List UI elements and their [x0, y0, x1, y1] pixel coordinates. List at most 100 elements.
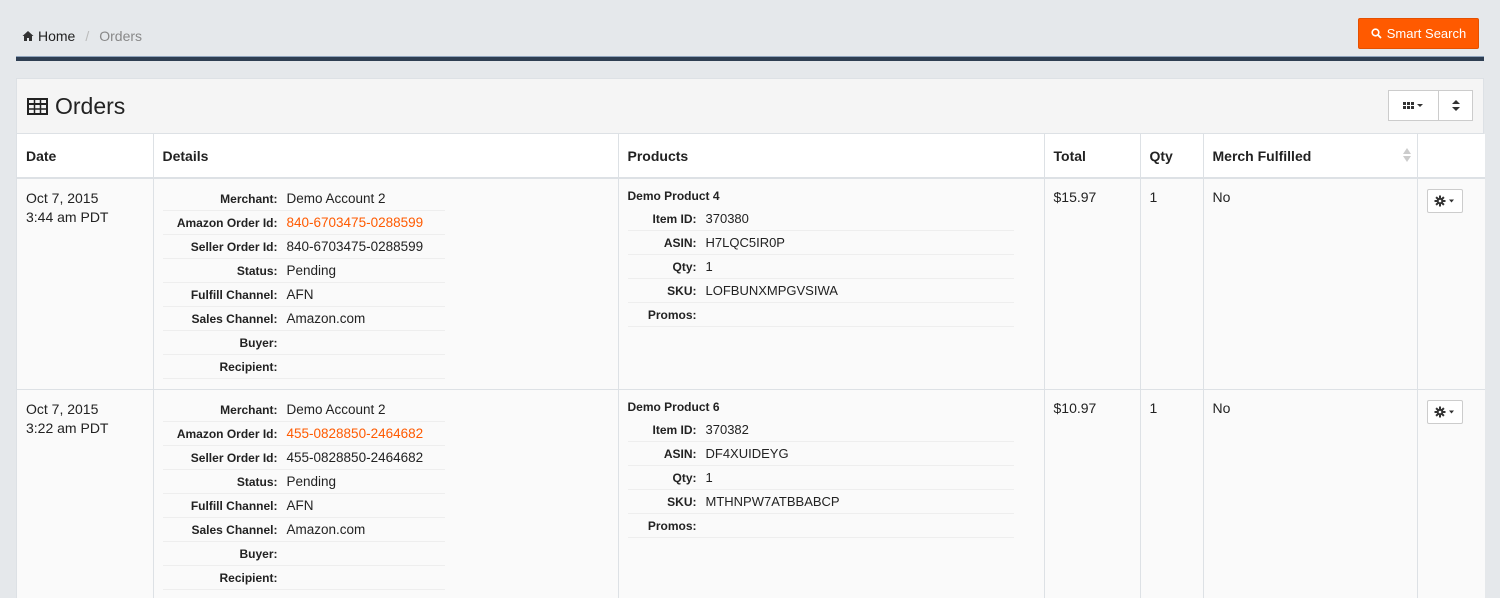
status-value: Pending [286, 474, 337, 489]
detail-row-merchant: Merchant: Demo Account 2 [162, 187, 445, 211]
merch-fulfilled-cell: No [1203, 389, 1418, 598]
page-title: Orders [27, 93, 125, 120]
detail-label: Sales Channel: [191, 522, 278, 537]
row-actions-button[interactable] [1426, 189, 1463, 213]
view-button-group [1388, 90, 1473, 121]
sort-icon [1451, 100, 1460, 111]
smart-search-label: Smart Search [1386, 26, 1467, 41]
product-name: Demo Product 6 [627, 400, 720, 414]
item-id-value: 370382 [705, 422, 749, 437]
column-header-products[interactable]: Products [618, 134, 1045, 179]
top-bar: Home / Orders Smart Search [0, 0, 1500, 62]
product-row-qty: Qty: 1 [627, 466, 1014, 490]
seller-order-id-value: 840-6703475-0288599 [286, 239, 424, 254]
order-qty: 1 [1149, 400, 1158, 416]
product-row-asin: ASIN: DF4XUIDEYG [627, 442, 1014, 466]
column-header-details[interactable]: Details [153, 134, 619, 179]
actions-cell [1417, 389, 1485, 598]
product-label: Item ID: [652, 422, 697, 437]
detail-row-merchant: Merchant: Demo Account 2 [162, 398, 445, 422]
detail-label: Amazon Order Id: [176, 426, 278, 441]
detail-label: Seller Order Id: [190, 450, 278, 465]
detail-row-seller-order-id: Seller Order Id: 840-6703475-0288599 [162, 235, 445, 259]
smart-search-button[interactable]: Smart Search [1358, 18, 1479, 49]
details-list: Merchant: Demo Account 2 Amazon Order Id:… [162, 398, 445, 590]
product-details-list: Item ID: 370382 ASIN: DF4XUIDEYG Qty: 1 SKU… [627, 418, 1014, 538]
detail-row-buyer: Buyer: [162, 542, 445, 566]
column-header-total[interactable]: Total [1044, 134, 1141, 179]
breadcrumb-home-link[interactable]: Home [38, 28, 75, 44]
product-row-qty: Qty: 1 [627, 255, 1014, 279]
details-cell: Merchant: Demo Account 2 Amazon Order Id:… [153, 389, 619, 598]
breadcrumb-current: Orders [99, 28, 143, 44]
merchant-value: Demo Account 2 [286, 402, 386, 417]
table-row: Oct 7, 2015 3:22 am PDT Merchant: Demo Ac… [17, 389, 1485, 598]
product-qty-value: 1 [705, 470, 713, 485]
column-header-merch-fulfilled[interactable]: Merch Fulfilled [1203, 134, 1418, 179]
order-time: 3:22 am PDT [26, 420, 109, 436]
column-header-merch-fulfilled-label: Merch Fulfilled [1212, 147, 1312, 164]
order-total: $15.97 [1053, 189, 1097, 205]
detail-label: Merchant: [220, 402, 278, 417]
sort-toggle-button[interactable] [1439, 90, 1473, 121]
column-header-actions [1417, 134, 1485, 179]
products-cell: Demo Product 6 Item ID: 370382 ASIN: DF4XU… [618, 389, 1045, 598]
column-header-date[interactable]: Date [17, 134, 154, 179]
product-row-item-id: Item ID: 370380 [627, 207, 1014, 231]
sort-arrows-icon [1402, 148, 1411, 162]
product-qty-value: 1 [705, 259, 713, 274]
total-cell: $10.97 [1044, 389, 1141, 598]
merchant-value: Demo Account 2 [286, 191, 386, 206]
detail-label: Sales Channel: [191, 311, 278, 326]
detail-row-fulfill-channel: Fulfill Channel: AFN [162, 283, 445, 307]
product-row-item-id: Item ID: 370382 [627, 418, 1014, 442]
detail-row-status: Status: Pending [162, 259, 445, 283]
total-cell: $15.97 [1044, 178, 1141, 390]
detail-label: Recipient: [219, 359, 278, 374]
column-header-qty[interactable]: Qty [1140, 134, 1204, 179]
product-label: Item ID: [652, 211, 697, 226]
fulfill-channel-value: AFN [286, 498, 314, 513]
sku-value: LOFBUNXMPGVSIWA [705, 283, 838, 298]
column-toggle-button[interactable] [1388, 90, 1439, 121]
breadcrumb-separator: / [85, 28, 90, 44]
table-icon [27, 98, 48, 115]
merch-fulfilled-value: No [1212, 189, 1231, 205]
product-label: SKU: [667, 494, 697, 509]
merch-fulfilled-cell: No [1203, 178, 1418, 390]
asin-value: DF4XUIDEYG [705, 446, 789, 461]
product-label: Qty: [672, 259, 697, 274]
product-label: SKU: [667, 283, 697, 298]
table-row: Oct 7, 2015 3:44 am PDT Merchant: Demo Ac… [17, 178, 1485, 390]
seller-order-id-value: 455-0828850-2464682 [286, 450, 424, 465]
product-label: ASIN: [663, 446, 697, 461]
gear-icon [1434, 195, 1454, 207]
detail-label: Fulfill Channel: [190, 287, 278, 302]
detail-row-recipient: Recipient: [162, 566, 445, 590]
grid-icon [1402, 101, 1423, 109]
status-value: Pending [286, 263, 337, 278]
sales-channel-value: Amazon.com [286, 522, 366, 537]
detail-row-recipient: Recipient: [162, 355, 445, 379]
gear-icon [1434, 406, 1454, 418]
detail-row-status: Status: Pending [162, 470, 445, 494]
product-label: Promos: [647, 518, 697, 533]
detail-row-seller-order-id: Seller Order Id: 455-0828850-2464682 [162, 446, 445, 470]
product-label: Qty: [672, 470, 697, 485]
home-icon [22, 31, 34, 41]
product-row-promos: Promos: [627, 514, 1014, 538]
detail-label: Recipient: [219, 570, 278, 585]
search-icon [1371, 28, 1382, 39]
fulfill-channel-value: AFN [286, 287, 314, 302]
amazon-order-id-link[interactable]: 455-0828850-2464682 [287, 426, 424, 441]
merch-fulfilled-value: No [1212, 400, 1231, 416]
row-actions-button[interactable] [1426, 400, 1463, 424]
order-date: Oct 7, 2015 [26, 401, 99, 417]
detail-label: Buyer: [239, 335, 278, 350]
panel-header: Orders [17, 79, 1483, 134]
order-qty: 1 [1149, 189, 1158, 205]
amazon-order-id-link[interactable]: 840-6703475-0288599 [287, 215, 424, 230]
header-rule [16, 56, 1484, 61]
product-label: Promos: [647, 307, 697, 322]
qty-cell: 1 [1140, 178, 1204, 390]
